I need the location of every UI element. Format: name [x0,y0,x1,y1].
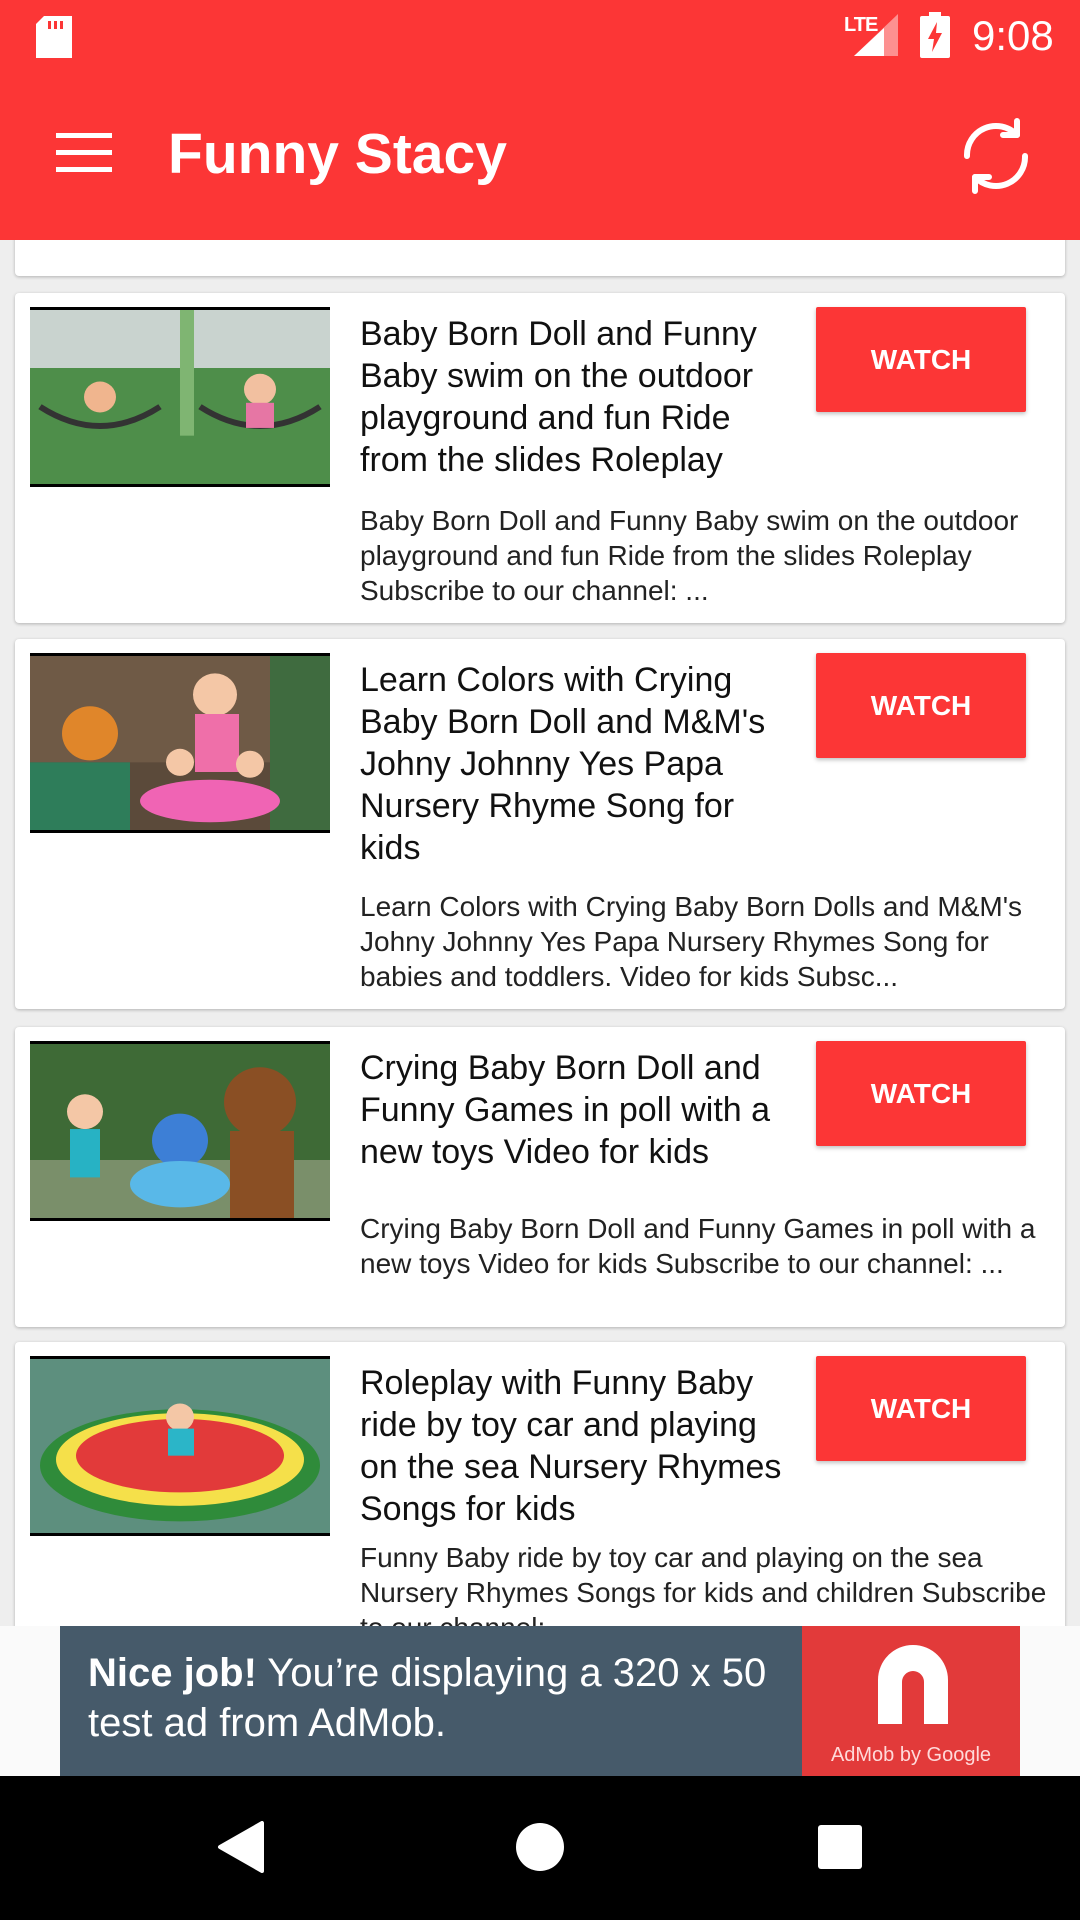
clock: 9:08 [972,12,1054,59]
refresh-button[interactable] [948,110,1044,206]
recents-icon [817,1824,863,1875]
app-title: Funny Stacy [168,122,507,186]
video-description: Funny Baby ride by toy car and playing o… [360,1542,1047,1626]
signal-icon [854,14,898,56]
video-thumbnail[interactable] [30,307,330,487]
video-card[interactable]: Baby Born Doll and Funny Baby swim on th… [15,293,1065,623]
watch-button[interactable]: WATCH [816,307,1026,412]
hamburger-menu-icon [56,132,112,178]
watch-button[interactable]: WATCH [816,653,1026,758]
video-thumbnail[interactable] [30,1041,330,1221]
screen: LTE 9:08 Funny Stacy Baby Born Doll and … [0,0,1080,1920]
recents-button[interactable] [800,1814,880,1884]
ad-brand-panel: AdMob by Google [802,1626,1020,1776]
video-title: Roleplay with Funny Baby ride by toy car… [360,1364,782,1528]
menu-button[interactable] [42,120,126,190]
watch-button[interactable]: WATCH [816,1041,1026,1146]
video-card[interactable]: Crying Baby Born Doll and Funny Games in… [15,1027,1065,1327]
navigation-bar [0,1776,1080,1920]
video-card[interactable]: Roleplay with Funny Baby ride by toy car… [15,1342,1065,1626]
video-description: Crying Baby Born Doll and Funny Games in… [360,1213,1036,1279]
sd-card-icon [36,16,72,58]
back-button[interactable] [200,1814,280,1884]
ad-banner[interactable]: Nice job! You’re displaying a 320 x 50 t… [60,1626,1020,1776]
refresh-icon [955,115,1037,202]
video-title: Baby Born Doll and Funny Baby swim on th… [360,315,757,479]
ad-brand-label: AdMob by Google [830,1744,992,1766]
home-icon [514,1821,566,1878]
video-title: Crying Baby Born Doll and Funny Games in… [360,1049,771,1171]
back-icon [216,1820,264,1878]
video-description: Baby Born Doll and Funny Baby swim on th… [360,505,1019,606]
video-card-partial [15,240,1065,276]
watch-button[interactable]: WATCH [816,1356,1026,1461]
battery-charging-icon [920,12,950,58]
video-description: Learn Colors with Crying Baby Born Dolls… [360,891,1023,992]
video-title: Learn Colors with Crying Baby Born Doll … [360,661,766,867]
status-bar: LTE 9:08 [0,0,1080,74]
admob-logo-icon [868,1638,958,1728]
video-thumbnail[interactable] [30,653,330,833]
ad-headline: Nice job! [88,1651,257,1695]
video-card[interactable]: Learn Colors with Crying Baby Born Doll … [15,639,1065,1009]
ad-text: Nice job! You’re displaying a 320 x 50 t… [88,1648,788,1748]
video-thumbnail[interactable] [30,1356,330,1536]
app-bar: Funny Stacy [0,74,1080,240]
video-list[interactable]: Baby Born Doll and Funny Baby swim on th… [0,240,1080,1626]
home-button[interactable] [500,1814,580,1884]
